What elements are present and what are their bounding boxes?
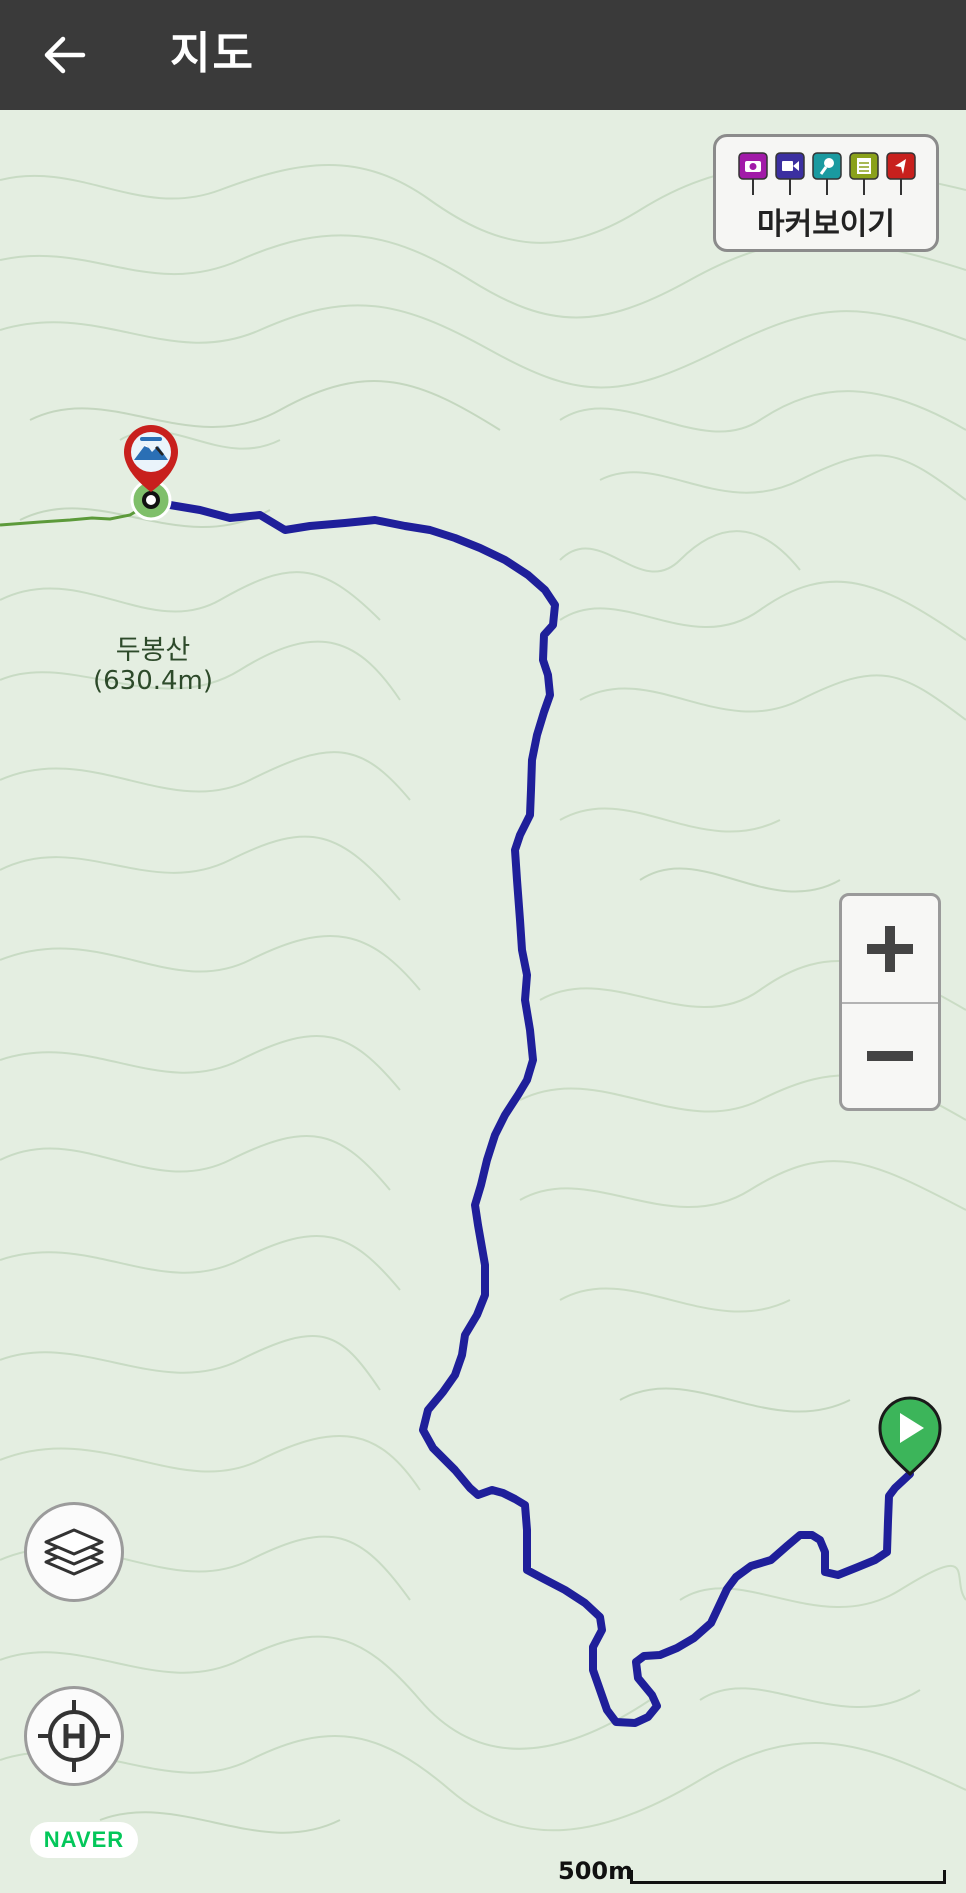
scale-bar (630, 1870, 946, 1884)
microphone-marker-icon (812, 152, 842, 195)
memo-marker-icon (849, 152, 879, 195)
peak-name-label: 두봉산 (115, 635, 191, 666)
peak-elevation-label: (630.4m) (92, 666, 214, 696)
show-markers-label: 마커보이기 (757, 207, 895, 242)
zoom-in-button[interactable] (842, 896, 938, 1004)
scale-label: 500m (558, 1857, 634, 1885)
my-location-button[interactable] (24, 1686, 124, 1786)
summit-marker[interactable] (124, 425, 178, 521)
topographic-map[interactable] (0, 110, 966, 1893)
helipad-target-icon (38, 1700, 110, 1772)
plus-icon (867, 926, 913, 972)
minus-icon (867, 1051, 913, 1061)
map-view[interactable]: 두봉산 (630.4m) (0, 110, 966, 1893)
show-markers-button[interactable]: 마커보이기 (713, 134, 939, 252)
app-bar: 지도 (0, 0, 966, 110)
page-title: 지도 (170, 28, 255, 79)
zoom-control (839, 893, 941, 1111)
naver-logo: NAVER (30, 1822, 138, 1858)
arrow-left-icon (44, 36, 86, 74)
layers-icon (44, 1528, 104, 1576)
flag-marker-icon (886, 152, 916, 195)
zoom-out-button[interactable] (842, 1003, 938, 1109)
back-button[interactable] (32, 22, 98, 88)
video-marker-icon (775, 152, 805, 195)
marker-type-icons (738, 152, 916, 195)
map-layers-button[interactable] (24, 1502, 124, 1602)
camera-marker-icon (738, 152, 768, 195)
